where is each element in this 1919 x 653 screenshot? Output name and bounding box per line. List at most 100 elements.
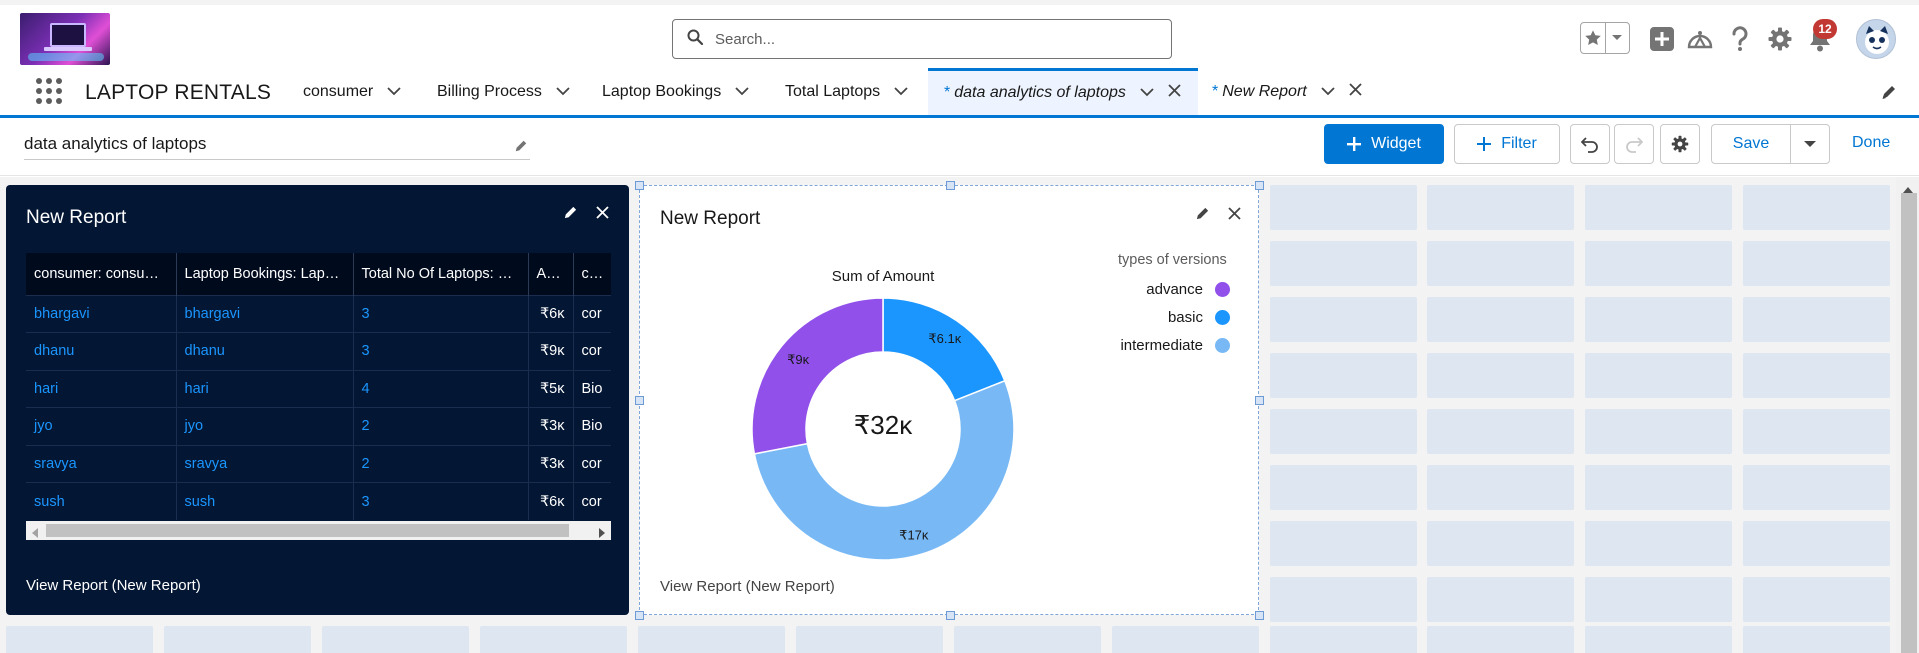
view-report-link[interactable]: View Report (New Report) — [26, 577, 201, 594]
tab-billing-process[interactable]: Billing Process — [437, 68, 570, 115]
save-button[interactable]: Save — [1711, 124, 1791, 164]
empty-grid-cell — [796, 626, 943, 653]
tab-new-report[interactable]: * New Report — [1212, 68, 1362, 115]
empty-grid-cell — [954, 626, 1101, 653]
booking-link[interactable]: sravya — [176, 444, 354, 483]
laptop-count-link[interactable]: 2 — [353, 444, 529, 483]
scroll-up-arrow-icon[interactable] — [1903, 180, 1913, 198]
edit-widget-pencil-icon[interactable] — [1195, 206, 1210, 226]
edit-nav-pencil-icon[interactable] — [1881, 84, 1897, 105]
resize-handle[interactable] — [635, 181, 644, 190]
search-input[interactable] — [715, 30, 1155, 48]
donut-slice-intermediate[interactable] — [753, 379, 1015, 561]
table-horizontal-scrollbar[interactable] — [26, 521, 611, 540]
legend-title: types of versions — [1118, 252, 1227, 268]
laptop-count-link[interactable]: 3 — [353, 294, 529, 333]
scroll-right-arrow-icon[interactable] — [599, 525, 605, 543]
global-search[interactable] — [672, 19, 1172, 59]
empty-grid-cell — [1270, 185, 1417, 230]
chevron-down-icon[interactable] — [894, 83, 908, 101]
laptop-count-link[interactable]: 4 — [353, 369, 529, 408]
resize-handle[interactable] — [946, 181, 955, 190]
remove-widget-close-icon[interactable] — [1228, 207, 1241, 225]
column-header[interactable]: Total No Of Laptops: … — [353, 253, 529, 295]
legend-item-basic[interactable]: basic — [1168, 309, 1230, 326]
booking-link[interactable]: bhargavi — [176, 294, 354, 333]
consumer-link[interactable]: sush — [26, 482, 177, 520]
add-widget-button[interactable]: Widget — [1324, 124, 1444, 164]
legend-item-advance[interactable]: advance — [1146, 281, 1230, 298]
chevron-down-icon[interactable] — [556, 83, 570, 101]
empty-grid-cell — [1743, 185, 1890, 230]
table-cell: cor — [573, 294, 611, 333]
chevron-down-icon[interactable] — [387, 83, 401, 101]
amount-cell: ₹3ĸ — [528, 444, 574, 483]
donut-slice-advance[interactable] — [751, 297, 884, 455]
amount-cell: ₹3ĸ — [528, 407, 574, 445]
column-header[interactable]: Laptop Bookings: Lap… — [176, 253, 354, 295]
empty-grid-cell — [1270, 577, 1417, 622]
redo-button[interactable] — [1614, 124, 1654, 164]
scrollbar-thumb[interactable] — [46, 524, 569, 537]
booking-link[interactable]: hari — [176, 369, 354, 408]
help-icon[interactable] — [1726, 25, 1754, 53]
consumer-link[interactable]: hari — [26, 369, 177, 408]
chevron-down-icon[interactable] — [1321, 83, 1335, 101]
add-filter-button[interactable]: Filter — [1454, 124, 1560, 164]
remove-widget-close-icon[interactable] — [596, 206, 609, 224]
app-logo[interactable] — [20, 13, 110, 65]
chevron-down-icon[interactable] — [1140, 84, 1154, 102]
laptop-count-link[interactable]: 3 — [353, 332, 529, 370]
resize-handle[interactable] — [1255, 396, 1264, 405]
edit-pencil-icon[interactable] — [514, 138, 528, 158]
close-tab-icon[interactable] — [1349, 82, 1362, 101]
empty-grid-cell — [480, 626, 627, 653]
booking-link[interactable]: dhanu — [176, 332, 354, 370]
donut-slice-basic[interactable] — [882, 297, 1006, 402]
table-report-widget[interactable]: New Report consumer: consu… Laptop Booki… — [6, 185, 629, 615]
close-tab-icon[interactable] — [1168, 84, 1181, 102]
setup-gear-icon[interactable] — [1766, 25, 1794, 53]
donut-chart-widget[interactable]: New Report Sum of Amount ₹6.1ĸ ₹17ĸ ₹9ĸ ₹3… — [639, 185, 1259, 615]
tab-laptop-bookings[interactable]: Laptop Bookings — [602, 68, 749, 115]
chevron-down-icon[interactable] — [735, 83, 749, 101]
tab-total-laptops[interactable]: Total Laptops — [785, 68, 908, 115]
tab-consumer[interactable]: consumer — [303, 68, 401, 115]
column-header[interactable]: consumer: consu… — [26, 253, 177, 295]
consumer-link[interactable]: bhargavi — [26, 294, 177, 333]
column-header[interactable]: co… — [573, 253, 611, 295]
booking-link[interactable]: sush — [176, 482, 354, 520]
trailhead-icon[interactable] — [1686, 25, 1714, 53]
done-button[interactable]: Done — [1852, 134, 1890, 152]
resize-handle[interactable] — [1255, 611, 1264, 620]
user-avatar[interactable] — [1856, 19, 1896, 59]
dashboard-title-field[interactable]: data analytics of laptops — [24, 130, 530, 160]
view-report-link[interactable]: View Report (New Report) — [660, 578, 835, 595]
consumer-link[interactable]: dhanu — [26, 332, 177, 370]
global-actions-plus-icon[interactable] — [1648, 25, 1676, 53]
undo-button[interactable] — [1570, 124, 1610, 164]
resize-handle[interactable] — [635, 611, 644, 620]
column-header[interactable]: A… — [528, 253, 574, 295]
edit-widget-pencil-icon[interactable] — [563, 205, 578, 225]
chart-total-label: ₹32ĸ — [854, 410, 913, 440]
legend-item-intermediate[interactable]: intermediate — [1120, 337, 1230, 354]
tab-label: Total Laptops — [785, 82, 881, 100]
laptop-count-link[interactable]: 3 — [353, 482, 529, 520]
favorites-dropdown-icon[interactable] — [1604, 23, 1629, 53]
resize-handle[interactable] — [946, 611, 955, 620]
booking-link[interactable]: jyo — [176, 407, 354, 445]
scroll-left-arrow-icon[interactable] — [32, 525, 38, 543]
tab-data-analytics-of-laptops[interactable]: * data analytics of laptops — [928, 68, 1198, 115]
favorites-star-icon[interactable] — [1581, 23, 1605, 53]
save-options-dropdown[interactable] — [1790, 124, 1830, 164]
resize-handle[interactable] — [1255, 181, 1264, 190]
app-launcher-icon[interactable] — [36, 78, 62, 104]
canvas-scrollbar-thumb[interactable] — [1901, 193, 1917, 653]
consumer-link[interactable]: sravya — [26, 444, 177, 483]
consumer-link[interactable]: jyo — [26, 407, 177, 445]
laptop-count-link[interactable]: 2 — [353, 407, 529, 445]
dashboard-properties-button[interactable] — [1660, 124, 1700, 164]
empty-grid-cell — [1112, 626, 1259, 653]
resize-handle[interactable] — [635, 396, 644, 405]
